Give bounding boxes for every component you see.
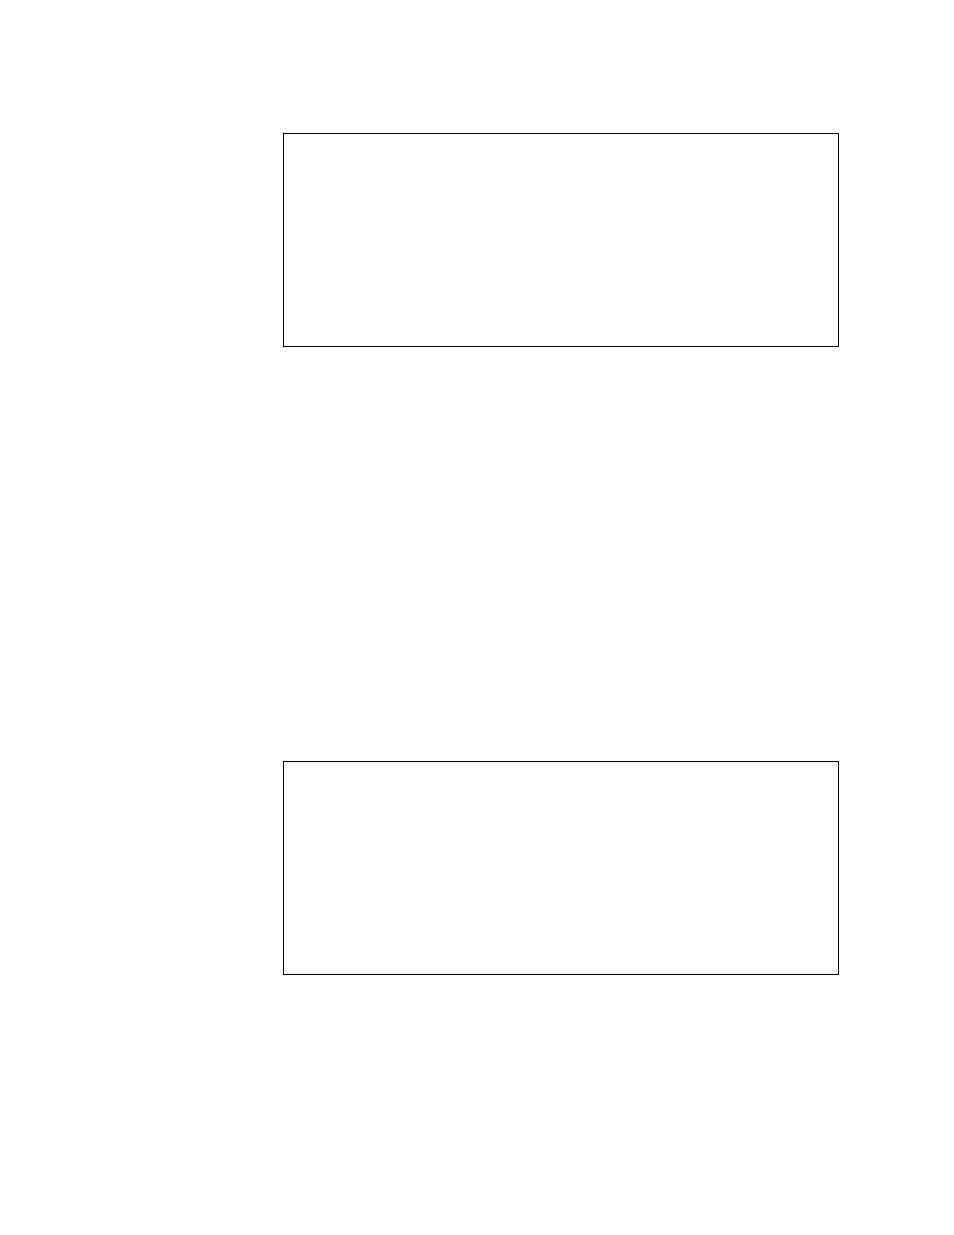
rectangle-box-1	[283, 133, 839, 347]
rectangle-box-2	[283, 761, 839, 975]
